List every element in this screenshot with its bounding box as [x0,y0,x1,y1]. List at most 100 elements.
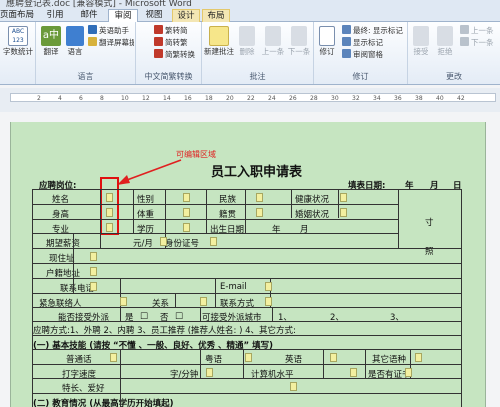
relocate-yes-box[interactable]: □ [140,311,148,321]
next-change-label: 下一条 [471,38,494,47]
tab-review[interactable]: 审阅 [108,9,138,23]
annotation-arrow [117,159,182,185]
group-proofing: ABC 123 字数统计 [0,22,36,84]
to-simplified-button[interactable]: 繁转简 [154,25,188,36]
ruler-tick: 32 [352,95,360,102]
show-markup-label: 显示标记 [353,38,383,47]
tab-mailings[interactable]: 邮件 [76,9,102,22]
group-changes: 接受 拒绝 上一条 下一条 更改 [408,22,500,84]
previous-comment-icon [265,26,281,46]
reviewing-pane-button[interactable]: 审阅窗格 [342,49,383,60]
to-traditional-label: 简转繁 [165,38,188,47]
ruler-tick: 12 [142,95,150,102]
screentip-icon [88,37,97,46]
group-chinese-label: 中文简繁转换 [144,72,193,81]
english-assistant-button[interactable]: 英语助手 [88,25,129,36]
ruler-tick: 34 [373,95,381,102]
ruler-tick: 36 [394,95,402,102]
tab-references[interactable]: 引用 [42,9,68,22]
new-comment-icon [209,26,229,46]
accept-label: 接受 [413,47,429,56]
group-language-label: 语言 [77,72,94,81]
tab-view[interactable]: 视图 [142,9,166,22]
relocate-no-box[interactable]: □ [175,311,183,321]
translate-button[interactable]: a中 翻译 [38,26,64,56]
previous-change-button[interactable]: 上一条 [460,25,494,36]
display-review-icon [342,25,351,34]
photo-label-2: 照 [425,247,434,257]
tab-page-layout[interactable]: 页面布局 [0,9,34,22]
group-tracking-label: 修订 [352,72,369,81]
ruler-tick: 28 [310,95,318,102]
next-comment-label: 下一条 [287,47,311,56]
ruler-tick: 42 [457,95,465,102]
reviewing-pane-icon [342,49,351,58]
ruler-tick: 40 [436,95,444,102]
ruler-tick: 2 [37,95,41,102]
group-changes-label: 更改 [446,72,462,81]
translate-label: 翻译 [43,47,59,56]
ruler-tick: 30 [331,95,339,102]
to-traditional-icon [154,37,163,46]
previous-change-icon [460,25,469,34]
ruler-tick: 24 [268,95,276,102]
accept-icon [413,26,429,46]
word-count-button[interactable]: ABC 123 字数统计 [2,26,34,56]
ruler-tick: 10 [121,95,129,102]
ruler-tick: 18 [205,95,213,102]
reject-icon [437,26,453,46]
word-count-icon: ABC 123 [8,26,28,46]
previous-comment-button[interactable]: 上一条 [260,26,286,56]
convert-icon [154,49,163,58]
window-title: 應聘登记表.doc [兼容模式] - Microsoft Word [6,0,192,8]
reject-button[interactable]: 拒绝 [434,26,456,56]
previous-change-label: 上一条 [471,26,494,35]
ruler-tick: 22 [247,95,255,102]
ruler-tick: 16 [184,95,192,102]
next-change-icon [460,37,469,46]
new-comment-label: 新建批注 [204,47,234,56]
convert-label: 简繁转换 [165,50,195,59]
show-markup-icon [342,37,351,46]
ribbon-tab-bar: 页面布局 引用 邮件 审阅 视图 设计 布局 [0,8,500,23]
photo-label-1: 寸 [425,218,434,228]
group-language: a中 翻译 语言 英语助手 翻译屏幕提示 语言 [36,22,136,84]
group-tracking: 修订 最终: 显示标记 显示标记 审阅窗格 修订 [314,22,408,84]
display-for-review-select[interactable]: 最终: 显示标记 [342,25,406,36]
to-simplified-icon [154,25,163,34]
ruler-strip: 2 4 6 8 10 12 14 16 18 20 22 24 26 28 30 32 34 36 38 40 42 [10,93,496,102]
word-count-label: 字数统计 [3,47,33,56]
ruler-tick: 8 [100,95,104,102]
ruler-tick: 26 [289,95,297,102]
tab-design[interactable]: 设计 [172,9,200,22]
translate-screentip-button[interactable]: 翻译屏幕提示 [88,37,134,48]
screentip-label: 翻译屏幕提示 [99,38,134,47]
to-simplified-label: 繁转简 [165,26,188,35]
reject-label: 拒绝 [437,47,453,56]
track-changes-label: 修订 [319,47,335,56]
next-comment-button[interactable]: 下一条 [286,26,312,56]
show-markup-button[interactable]: 显示标记 [342,37,383,48]
previous-comment-label: 上一条 [261,47,285,56]
to-traditional-button[interactable]: 简转繁 [154,37,188,48]
delete-comment-button[interactable]: 删除 [236,26,258,56]
language-label: 语言 [67,47,83,56]
english-assistant-icon [88,25,97,34]
convert-button[interactable]: 简繁转换 [154,49,195,60]
track-changes-button[interactable]: 修订 [316,26,338,56]
education-header: (二) 教育情况 (从最高学历开始填起) [33,399,174,407]
language-button[interactable]: 语言 [64,26,86,56]
tab-layout[interactable]: 布局 [202,9,230,22]
ruler-tick: 14 [163,95,171,102]
next-comment-icon [291,26,307,46]
new-comment-button[interactable]: 新建批注 [204,26,234,56]
ruler-tick: 6 [79,95,83,102]
ribbon: ABC123 字数统计 a中 翻译 语言 英语助手 翻译屏幕提示 语言 繁转简 … [0,22,500,85]
group-comments-label: 批注 [249,72,266,81]
horizontal-ruler[interactable]: 2 4 6 8 10 12 14 16 18 20 22 24 26 28 30 32 34 36 38 40 42 [0,88,500,112]
next-change-button[interactable]: 下一条 [460,37,494,48]
accept-button[interactable]: 接受 [410,26,432,56]
ruler-tick: 38 [415,95,423,102]
ruler-tick: 4 [58,95,62,102]
language-icon [66,26,84,46]
